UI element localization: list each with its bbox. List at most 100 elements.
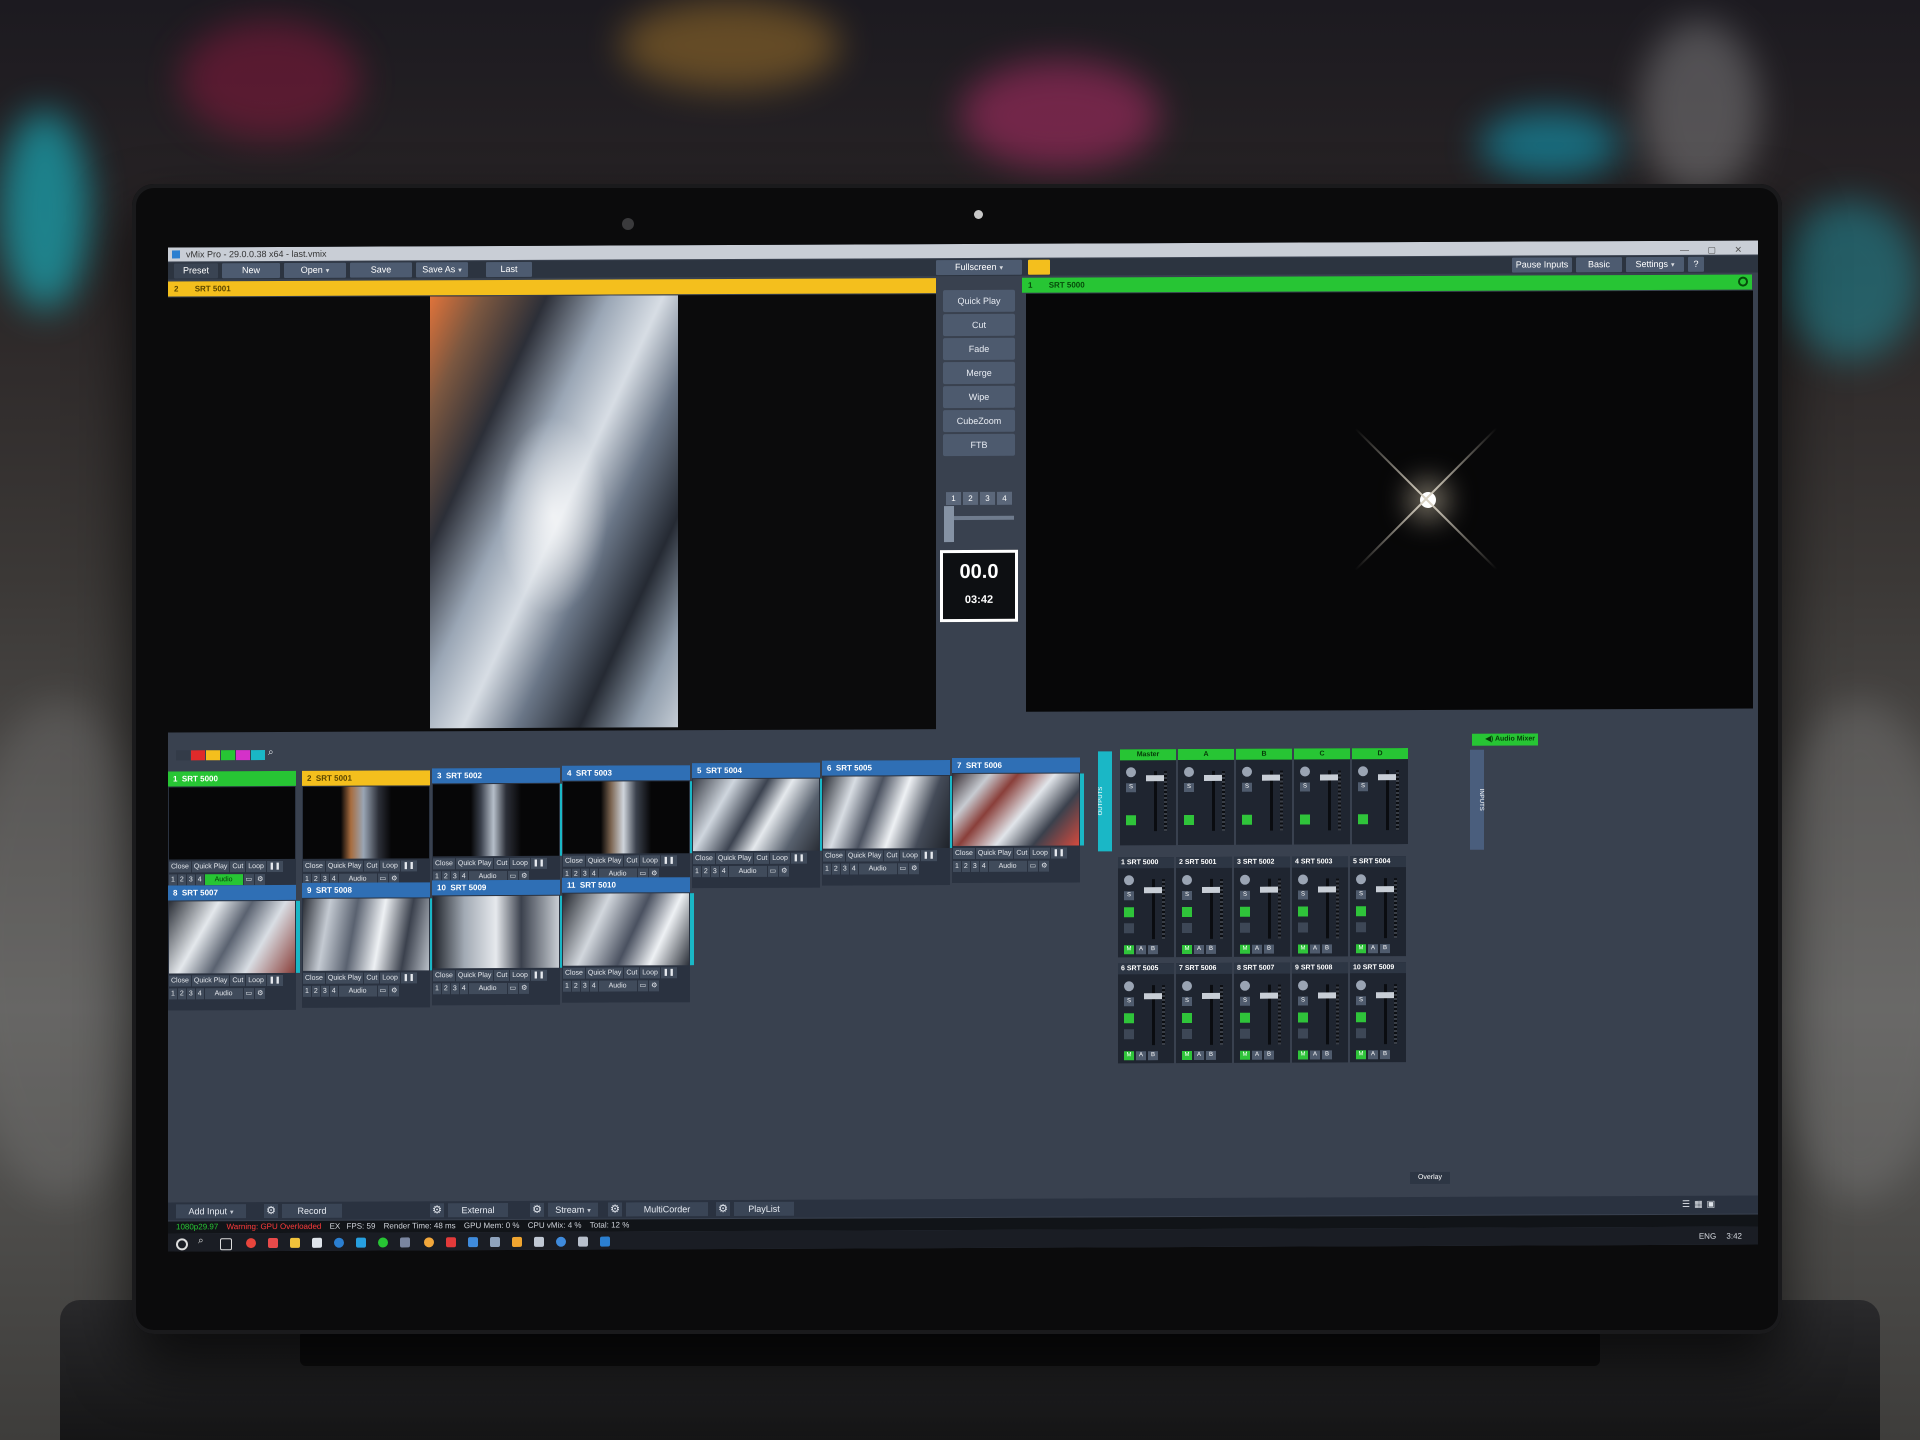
channel-header[interactable]: 5 SRT 5004 [1350,856,1406,868]
input-tile-header[interactable]: 10 SRT 5009 [432,879,560,896]
stream-settings-gear-icon[interactable]: ⚙ [530,1202,544,1217]
loop-button[interactable]: Loop [380,972,400,984]
input-thumbnail[interactable] [303,898,429,971]
color-tab-yellow[interactable] [206,750,220,761]
input-thumbnail[interactable] [953,773,1079,847]
app-icon[interactable] [446,1237,456,1248]
loop-button[interactable]: Loop [246,975,266,987]
bus-settings-gear-icon[interactable] [1126,767,1136,778]
save-button[interactable]: Save [350,262,412,278]
loop-button[interactable]: Loop [1030,847,1050,859]
audio-button[interactable]: Audio [204,874,243,886]
bus-fader-handle[interactable] [1262,774,1280,781]
quick-play-button[interactable]: Quick Play [715,852,754,865]
quick-play-button[interactable]: Quick Play [191,861,230,873]
channel-settings-gear-icon[interactable] [1356,874,1366,885]
bus-assign-button[interactable]: A [1194,944,1204,954]
external-settings-gear-icon[interactable]: ⚙ [430,1203,444,1218]
channel-settings-gear-icon[interactable] [1298,980,1308,991]
quick-play-button[interactable]: Quick Play [455,858,494,870]
app-icon[interactable] [578,1236,588,1247]
channel-fader-handle[interactable] [1260,992,1278,999]
bus-assign-button[interactable]: M [1182,1051,1192,1061]
speaker-icon[interactable] [1242,814,1252,825]
speaker-icon[interactable] [1356,922,1366,933]
input-tile-header[interactable]: 3 SRT 5002 [432,767,560,784]
monitor-icon[interactable]: ▭ [1027,860,1039,872]
solo-button[interactable]: S [1356,890,1366,900]
quick-play-button[interactable]: Quick Play [975,847,1014,859]
color-tab-magenta[interactable] [236,750,250,761]
overlay-2-button[interactable]: 2 [701,866,710,878]
channel-header[interactable]: 8 SRT 5007 [1234,962,1290,974]
quick-play-button[interactable]: Quick Play [943,289,1015,313]
folder-icon[interactable] [290,1237,300,1248]
solo-button[interactable]: S [1242,782,1252,792]
channel-fader-handle[interactable] [1376,886,1394,893]
bus-assign-button[interactable]: A [1368,1050,1378,1060]
solo-button[interactable]: S [1300,782,1310,792]
solo-button[interactable]: S [1124,997,1134,1007]
vmix-taskbar-icon[interactable] [600,1236,610,1247]
pause-icon[interactable]: ❚❚ [530,857,547,869]
settings-icon[interactable]: ⚙ [1039,860,1050,872]
pause-icon[interactable]: ❚❚ [1050,847,1067,859]
audio-button[interactable]: Audio [598,980,637,992]
arrow-icon[interactable] [1240,906,1250,917]
bus-assign-button[interactable]: B [1206,944,1216,954]
cut-button[interactable]: Cut [754,852,770,864]
taskbar-clock[interactable]: 3:42 [1726,1232,1742,1241]
input-tile-header[interactable]: 9 SRT 5008 [302,882,430,898]
arrow-icon[interactable] [1356,1012,1366,1023]
input-tile-header[interactable]: 4 SRT 5003 [562,765,690,781]
overlay-4-button[interactable]: 4 [195,988,204,1000]
solo-button[interactable]: S [1184,782,1194,793]
input-tile[interactable]: 10 SRT 5009 Close Quick Play Cut Loop ❚❚ 1 2 3 4 A… [432,879,564,1006]
overlay-1-button[interactable]: 1 [823,863,831,875]
monitor-icon[interactable]: ▭ [767,865,779,877]
bus-assign-button[interactable]: B [1380,1050,1390,1060]
bus-assign-button[interactable]: M [1356,944,1366,954]
playlist-settings-gear-icon[interactable]: ⚙ [716,1202,730,1217]
arrow-icon[interactable] [1298,906,1308,917]
speaker-icon[interactable] [1184,814,1194,826]
arrow-icon[interactable] [1356,906,1366,917]
solo-button[interactable]: S [1358,782,1368,792]
app-icon[interactable] [468,1237,478,1248]
preview-swap-button[interactable] [1028,259,1050,275]
new-button[interactable]: New [222,262,280,279]
bus-assign-button[interactable]: B [1380,944,1390,954]
input-thumbnail[interactable] [169,900,295,974]
channel-header[interactable]: 3 SRT 5002 [1234,856,1290,868]
settings-icon[interactable]: ⚙ [519,982,530,994]
language-indicator[interactable]: ENG [1699,1232,1716,1241]
cut-button[interactable]: Cut [1014,847,1030,859]
bus-assign-button[interactable]: M [1182,945,1192,955]
search-icon[interactable]: ⌕ [268,747,274,758]
close-button[interactable]: Close [303,972,325,984]
pause-icon[interactable]: ❚❚ [400,860,417,872]
bus-assign-button[interactable]: M [1356,1050,1366,1060]
app-icon[interactable] [556,1236,566,1247]
app-icon[interactable] [490,1237,500,1248]
t-bar-handle[interactable] [944,506,954,543]
input-thumbnail[interactable] [823,776,949,849]
pause-icon[interactable]: ❚❚ [266,974,283,987]
bus-settings-gear-icon[interactable] [1242,766,1252,777]
open-button[interactable]: Open ▾ [284,262,346,278]
loop-button[interactable]: Loop [900,850,920,862]
speaker-icon[interactable] [1300,814,1310,825]
bus-fader-handle[interactable] [1204,774,1222,781]
bus-assign-button[interactable]: M [1240,944,1250,954]
bus-assign-button[interactable]: B [1322,1050,1332,1060]
loop-button[interactable]: Loop [770,852,790,864]
bus-name[interactable]: C [1294,748,1350,760]
solo-button[interactable]: S [1182,997,1192,1007]
channel-settings-gear-icon[interactable] [1182,875,1192,886]
cut-button[interactable]: Cut [364,860,380,872]
solo-button[interactable]: S [1182,891,1192,901]
bus-assign-button[interactable]: A [1136,1051,1146,1061]
bus-name[interactable]: B [1236,748,1292,760]
arrow-icon[interactable] [1182,1013,1192,1024]
quick-play-button[interactable]: Quick Play [325,860,364,872]
